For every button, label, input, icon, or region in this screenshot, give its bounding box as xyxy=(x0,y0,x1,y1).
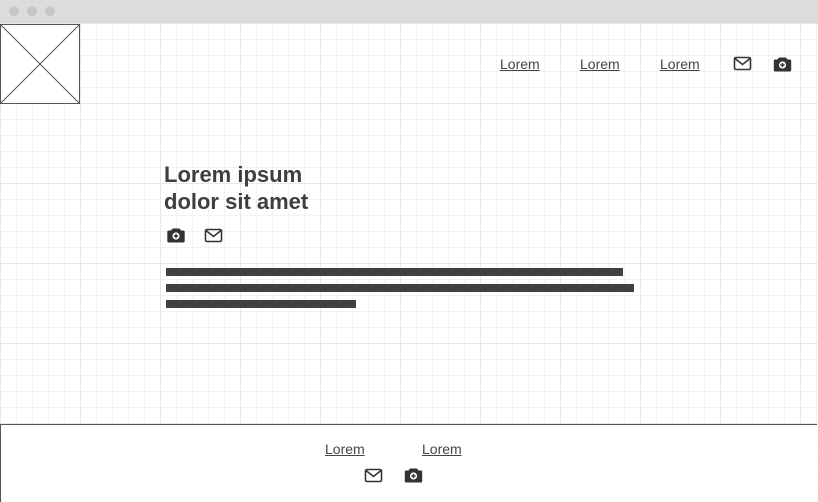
nav-link-3[interactable]: Lorem xyxy=(660,56,700,72)
window-close-dot[interactable] xyxy=(9,6,19,16)
hero-heading: Lorem ipsum dolor sit amet xyxy=(164,161,464,215)
window-minimize-dot[interactable] xyxy=(27,6,37,16)
browser-titlebar xyxy=(0,0,818,23)
hero-heading-line-1: Lorem ipsum xyxy=(164,162,303,187)
nav-link-2[interactable]: Lorem xyxy=(580,56,620,72)
text-placeholder-line-2 xyxy=(166,284,634,292)
text-placeholder-line-3 xyxy=(166,300,356,308)
camera-icon[interactable] xyxy=(166,226,186,246)
hero-heading-line-2: dolor sit amet xyxy=(164,189,309,214)
footer-link-2[interactable]: Lorem xyxy=(422,441,462,457)
nav-link-1[interactable]: Lorem xyxy=(500,56,540,72)
footer xyxy=(0,424,817,502)
camera-icon[interactable] xyxy=(404,466,424,486)
mail-icon[interactable] xyxy=(204,227,224,247)
text-placeholder-line-1 xyxy=(166,268,623,276)
camera-icon[interactable] xyxy=(773,55,793,75)
mail-icon[interactable] xyxy=(733,55,753,75)
footer-link-1[interactable]: Lorem xyxy=(325,441,365,457)
window-maximize-dot[interactable] xyxy=(45,6,55,16)
logo-image-placeholder[interactable] xyxy=(0,24,80,104)
image-placeholder-icon xyxy=(1,25,79,103)
mail-icon[interactable] xyxy=(364,467,384,487)
